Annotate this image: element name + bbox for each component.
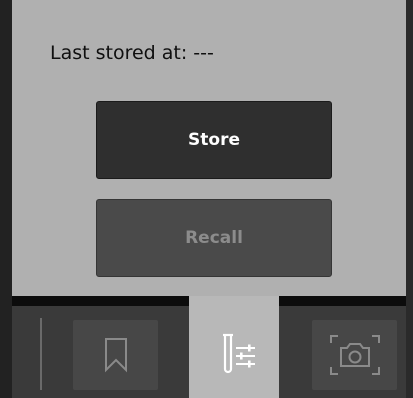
camera-icon <box>329 335 380 375</box>
screenshot-tab-button[interactable] <box>312 320 397 390</box>
app-frame: Last stored at: --- Store Recall <box>0 0 413 398</box>
bookmark-icon <box>104 338 127 373</box>
sample-settings-icon <box>223 333 255 374</box>
bookmark-tab-button[interactable] <box>73 320 158 390</box>
left-edge <box>0 0 12 398</box>
toolbar-divider <box>40 318 42 390</box>
last-stored-label: Last stored at: --- <box>50 42 214 64</box>
sample-settings-tab-button[interactable] <box>189 296 279 398</box>
recall-button[interactable]: Recall <box>96 199 332 277</box>
right-edge <box>406 0 413 398</box>
store-button[interactable]: Store <box>96 101 332 179</box>
